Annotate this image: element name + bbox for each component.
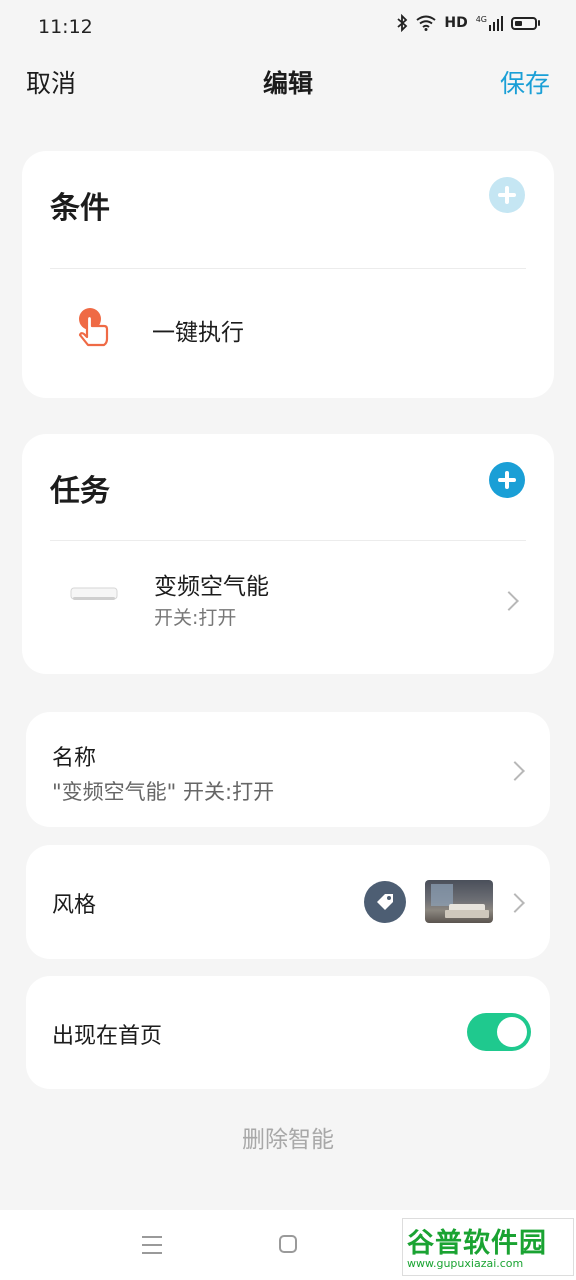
task-item-status: 开关:打开 [154, 607, 237, 629]
name-label: 名称 [52, 746, 97, 771]
air-conditioner-icon [70, 587, 118, 600]
condition-card: 条件 一键执行 [22, 151, 554, 398]
condition-title: 条件 [50, 191, 110, 226]
add-condition-icon[interactable] [489, 177, 525, 213]
style-label: 风格 [52, 893, 97, 918]
status-icons: HD 4G [396, 14, 540, 32]
condition-item[interactable]: 一键执行 [22, 269, 554, 389]
toggle-knob [497, 1017, 527, 1047]
condition-item-label: 一键执行 [152, 320, 244, 346]
home-visibility-row: 出现在首页 [26, 976, 550, 1089]
battery-icon [511, 16, 540, 30]
task-item-name: 变频空气能 [154, 574, 269, 600]
task-item[interactable]: 变频空气能 开关:打开 [22, 541, 554, 666]
name-row[interactable]: 名称 "变频空气能" 开关:打开 [26, 712, 550, 827]
tag-icon [364, 881, 406, 923]
watermark-text: 谷普软件园 [407, 1228, 547, 1259]
chevron-right-icon [505, 893, 525, 913]
bluetooth-icon [397, 14, 408, 32]
home-visibility-label: 出现在首页 [52, 1024, 163, 1049]
name-value: "变频空气能" 开关:打开 [52, 780, 275, 804]
task-title: 任务 [50, 474, 110, 509]
cancel-button[interactable]: 取消 [26, 64, 76, 100]
chevron-right-icon [505, 761, 525, 781]
delete-button[interactable]: 删除智能 [0, 1120, 576, 1154]
watermark-url: www.gupuxiazai.com [407, 1257, 524, 1270]
menu-icon[interactable] [142, 1236, 162, 1254]
home-visibility-toggle[interactable] [467, 1013, 531, 1051]
watermark: 谷普软件园 www.gupuxiazai.com [402, 1218, 574, 1276]
signal-4g-icon: 4G [476, 15, 503, 31]
status-time: 11:12 [38, 16, 93, 38]
page-title: 编辑 [262, 69, 313, 98]
tap-hand-icon [78, 308, 109, 347]
bedroom-thumbnail [425, 880, 493, 923]
task-card: 任务 变频空气能 开关:打开 [22, 434, 554, 674]
chevron-right-icon [499, 591, 519, 611]
save-button[interactable]: 保存 [500, 64, 550, 100]
wifi-icon [416, 15, 436, 31]
style-row[interactable]: 风格 [26, 845, 550, 959]
network-label: 4G [475, 15, 487, 24]
hd-label: HD [444, 15, 468, 31]
add-task-icon[interactable] [489, 462, 525, 498]
home-icon[interactable] [279, 1235, 297, 1253]
